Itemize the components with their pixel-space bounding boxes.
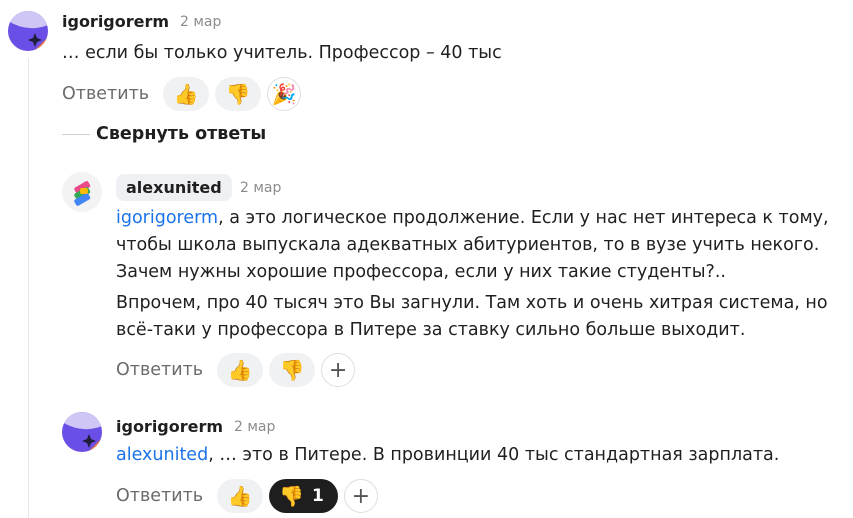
collapse-dash <box>62 133 90 135</box>
comment-actions: Ответить 👍 👎 + <box>116 353 356 387</box>
collapse-replies-label: Свернуть ответы <box>96 124 267 144</box>
avatar[interactable] <box>62 172 102 212</box>
comment-text: igorigorerm, а это логическое продолжени… <box>116 205 838 286</box>
thumbs-up-icon[interactable]: 👍 <box>217 353 264 387</box>
comment-author[interactable]: alexunited <box>116 174 232 201</box>
comment-date: 2 мар <box>234 419 276 435</box>
comment-date: 2 мар <box>180 14 222 30</box>
thumbs-down-icon[interactable]: 👎 <box>215 77 262 111</box>
mention-link[interactable]: igorigorerm <box>116 208 218 228</box>
add-reaction-button[interactable]: + <box>321 353 356 387</box>
avatar-image <box>62 172 102 212</box>
comment-date: 2 мар <box>240 180 282 196</box>
mention-link[interactable]: alexunited <box>116 445 208 465</box>
thread-line <box>28 58 29 518</box>
reaction-count: 1 <box>312 486 324 506</box>
reply-button[interactable]: Ответить <box>116 486 203 506</box>
avatar-image <box>8 11 48 51</box>
comment-text-paragraph: Впрочем, про 40 тысяч это Вы загнули. Та… <box>116 293 828 340</box>
add-reaction-button[interactable]: + <box>343 479 378 513</box>
party-popper-icon[interactable]: 🎉 <box>267 77 302 111</box>
thumbs-up-icon[interactable]: 👍 <box>163 77 210 111</box>
comment-actions: Ответить 👍 👎 1 + <box>116 479 378 513</box>
comment-actions: Ответить 👍 👎 🎉 <box>62 77 307 111</box>
avatar[interactable] <box>62 412 102 452</box>
comment-text-part: , … это в Питере. В провинции 40 тыс ста… <box>208 445 780 465</box>
reply-button[interactable]: Ответить <box>62 84 149 104</box>
comment-text-part: , а это логическое продолжение. Если у н… <box>116 208 829 282</box>
thumbs-down-reaction-active[interactable]: 👎 1 <box>269 479 338 513</box>
reply-button[interactable]: Ответить <box>116 360 203 380</box>
comment-text: alexunited, … это в Питере. В провинции … <box>116 442 838 469</box>
thumbs-down-icon: 👎 <box>279 484 305 508</box>
thumbs-up-icon[interactable]: 👍 <box>217 479 264 513</box>
avatar-image <box>62 412 102 452</box>
collapse-replies-button[interactable]: Свернуть ответы <box>62 124 266 144</box>
comment-author[interactable]: igorigorerm <box>62 12 169 31</box>
comment-text: … если бы только учитель. Профессор – 40… <box>62 43 502 63</box>
comment-author[interactable]: igorigorerm <box>116 417 223 436</box>
avatar[interactable] <box>8 11 48 51</box>
thumbs-down-icon[interactable]: 👎 <box>269 353 316 387</box>
